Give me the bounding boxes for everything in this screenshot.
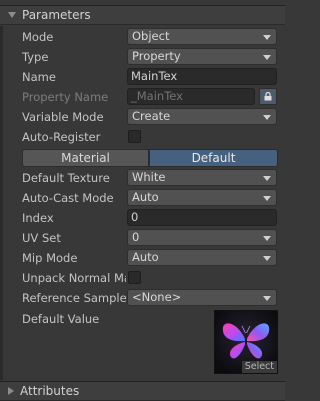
property-name-input[interactable]: _MainTex	[127, 88, 255, 105]
auto-cast-mode-dropdown[interactable]: Auto	[127, 189, 277, 206]
parameters-section-title: Parameters	[22, 8, 91, 22]
mode-label: Mode	[22, 30, 54, 44]
index-label: Index	[22, 211, 54, 225]
default-value-label: Default Value	[22, 312, 100, 326]
mip-mode-dropdown[interactable]: Auto	[127, 249, 277, 266]
variable-mode-dropdown[interactable]: Create	[127, 108, 277, 125]
lock-icon	[264, 92, 272, 101]
type-dropdown[interactable]: Property	[127, 48, 277, 65]
chevron-down-icon	[263, 236, 271, 241]
chevron-down-icon	[263, 256, 271, 261]
uv-set-value: 0	[132, 230, 140, 244]
unpack-normal-map-label: Unpack Normal Ma	[22, 271, 126, 285]
property-name-label: Property Name	[22, 90, 109, 104]
parameters-section-header[interactable]: Parameters	[0, 5, 285, 25]
mip-mode-label: Mip Mode	[22, 251, 78, 265]
chevron-down-icon	[263, 176, 271, 181]
attributes-section-title: Attributes	[20, 384, 80, 398]
type-value: Property	[132, 49, 181, 63]
default-texture-dropdown[interactable]: White	[127, 169, 277, 186]
material-toggle-button[interactable]: Material	[22, 149, 149, 167]
select-texture-button[interactable]: Select	[241, 361, 277, 373]
chevron-down-icon	[263, 196, 271, 201]
mip-mode-value: Auto	[132, 250, 159, 264]
reference-sampler-label: Reference Sample	[22, 291, 126, 305]
triangle-right-icon[interactable]	[8, 387, 14, 395]
property-name-lock-button[interactable]	[259, 88, 277, 105]
default-texture-value: White	[132, 170, 166, 184]
reference-sampler-dropdown[interactable]: <None>	[127, 289, 277, 306]
attributes-section-header[interactable]: Attributes	[0, 381, 285, 401]
auto-register-checkbox[interactable]	[128, 130, 141, 143]
name-input[interactable]: MainTex	[127, 68, 277, 85]
name-label: Name	[22, 70, 56, 84]
auto-cast-mode-value: Auto	[132, 190, 159, 204]
variable-mode-label: Variable Mode	[22, 110, 104, 124]
triangle-down-icon[interactable]	[8, 12, 16, 18]
variable-mode-value: Create	[132, 109, 171, 123]
auto-cast-mode-label: Auto-Cast Mode	[22, 191, 114, 205]
unpack-normal-map-checkbox[interactable]	[128, 271, 141, 284]
chevron-down-icon	[263, 35, 271, 40]
default-value-texture-picker[interactable]: Select	[214, 310, 278, 374]
mode-dropdown[interactable]: Object	[127, 28, 277, 45]
chevron-down-icon	[263, 115, 271, 120]
default-texture-label: Default Texture	[22, 171, 110, 185]
uv-set-dropdown[interactable]: 0	[127, 229, 277, 246]
reference-sampler-value: <None>	[132, 290, 182, 304]
index-input[interactable]: 0	[127, 209, 277, 226]
chevron-down-icon	[263, 296, 271, 301]
auto-register-label: Auto-Register	[22, 130, 101, 144]
uv-set-label: UV Set	[22, 231, 61, 245]
chevron-down-icon	[263, 55, 271, 60]
type-label: Type	[22, 50, 49, 64]
mode-value: Object	[132, 29, 170, 43]
default-toggle-button[interactable]: Default	[149, 149, 278, 167]
